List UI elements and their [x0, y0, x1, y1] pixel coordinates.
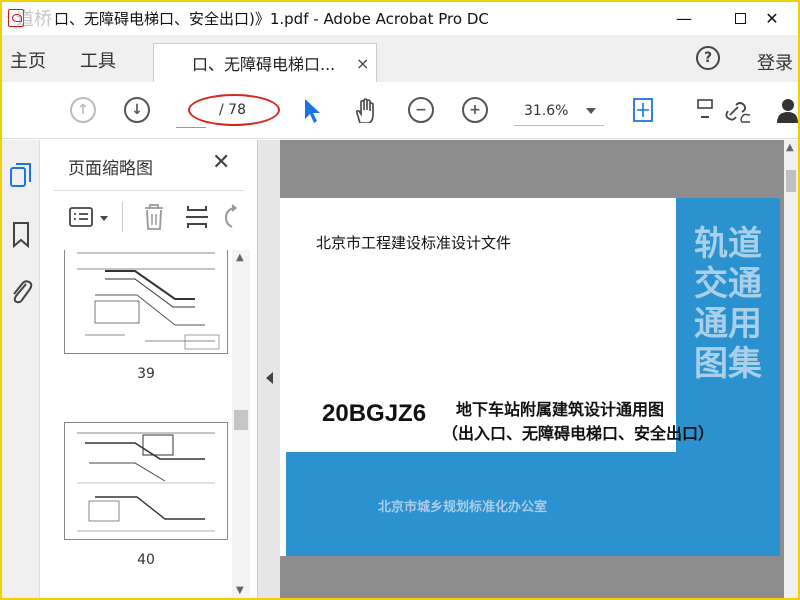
- login-button[interactable]: 登录: [757, 49, 793, 75]
- zoom-in-icon[interactable]: +: [462, 97, 488, 123]
- panel-title: 页面缩略图: [68, 159, 153, 179]
- window-title: 口、无障碍电梯口、安全出口)》1.pdf - Adobe Acrobat Pro…: [54, 10, 489, 28]
- thumbnail-list: 39 40: [40, 250, 230, 598]
- tab-bar: 主页 工具 口、无障碍电梯口... × ? 登录: [2, 35, 798, 82]
- thumbnail-page[interactable]: [64, 422, 228, 540]
- document-header: 北京市工程建设标准设计文件: [316, 234, 512, 252]
- chevron-down-icon: [586, 108, 596, 114]
- page-down-icon[interactable]: ↓: [124, 97, 150, 123]
- toolbar: ↑ ↓ / 78 − + 31.6%: [2, 82, 798, 139]
- user-icon[interactable]: [774, 97, 798, 123]
- scroll-up-icon[interactable]: ▲: [236, 252, 244, 263]
- options-menu-icon[interactable]: [68, 204, 114, 232]
- tab-document[interactable]: 口、无障碍电梯口... ×: [153, 43, 377, 82]
- title-bar: 道桥 口、无障碍电梯口、安全出口)》1.pdf - Adobe Acrobat …: [2, 2, 798, 35]
- scroll-up-icon[interactable]: ▲: [786, 142, 794, 153]
- document-code: 20BGJZ6: [322, 400, 427, 427]
- tab-tools[interactable]: 工具: [80, 47, 116, 73]
- vertical-title: 轨道交通通用图集: [694, 224, 762, 384]
- close-panel-icon[interactable]: ✕: [212, 150, 230, 175]
- document-subtitle-scope: （出入口、无障碍电梯口、安全出口）: [442, 424, 715, 443]
- thumbnail-number: 40: [137, 552, 155, 568]
- tab-home[interactable]: 主页: [10, 47, 46, 73]
- link-icon[interactable]: [724, 97, 750, 123]
- cover-side-band: 轨道交通通用图集: [676, 198, 780, 556]
- acrobat-window: 道桥 口、无障碍电梯口、安全出口)》1.pdf - Adobe Acrobat …: [2, 2, 798, 598]
- document-tab-label: 口、无障碍电梯口...: [192, 55, 336, 74]
- rotate-icon[interactable]: [220, 202, 244, 232]
- cover-page: 轨道交通通用图集 北京市工程建设标准设计文件 20BGJZ6 地下车站附属建筑设…: [280, 198, 780, 556]
- close-tab-icon[interactable]: ×: [356, 54, 369, 73]
- thumbnail-scrollbar[interactable]: ▲ ▼: [232, 250, 250, 598]
- fit-page-icon[interactable]: [632, 97, 658, 123]
- select-arrow-icon[interactable]: [302, 97, 322, 125]
- zoom-select[interactable]: 31.6%: [514, 98, 604, 126]
- page-thumbnails-icon[interactable]: [8, 162, 34, 190]
- left-rail: [2, 140, 40, 598]
- document-view[interactable]: 轨道交通通用图集 北京市工程建设标准设计文件 20BGJZ6 地下车站附属建筑设…: [258, 140, 798, 598]
- extract-page-icon[interactable]: [184, 202, 212, 232]
- scroll-down-icon[interactable]: ▼: [236, 585, 244, 596]
- zoom-out-icon[interactable]: −: [408, 97, 434, 123]
- delete-icon[interactable]: [140, 202, 168, 232]
- comment-icon[interactable]: [696, 97, 722, 123]
- thumbnail-number: 39: [137, 366, 155, 382]
- thumbnail-page[interactable]: [64, 250, 228, 354]
- hand-icon[interactable]: [352, 97, 378, 123]
- help-icon[interactable]: ?: [696, 46, 720, 70]
- collapse-panel-icon[interactable]: [266, 372, 273, 384]
- page-up-icon[interactable]: ↑: [70, 97, 96, 123]
- page-number-input[interactable]: [176, 112, 206, 128]
- pdf-page: 轨道交通通用图集 北京市工程建设标准设计文件 20BGJZ6 地下车站附属建筑设…: [280, 140, 788, 598]
- close-window-button[interactable]: ✕: [746, 2, 798, 35]
- document-scrollbar[interactable]: ▲: [784, 140, 798, 598]
- document-subtitle: 地下车站附属建筑设计通用图: [456, 400, 665, 419]
- watermark-text: 道桥: [16, 9, 52, 30]
- minimize-button[interactable]: —: [658, 2, 710, 35]
- zoom-value: 31.6%: [524, 103, 569, 119]
- publisher-office: 北京市城乡规划标准化办公室: [378, 500, 548, 515]
- bookmark-icon[interactable]: [8, 220, 34, 248]
- attachment-icon[interactable]: [8, 276, 34, 304]
- thumbnails-panel: 页面缩略图 ✕ 39 40 ▲ ▼: [40, 140, 258, 598]
